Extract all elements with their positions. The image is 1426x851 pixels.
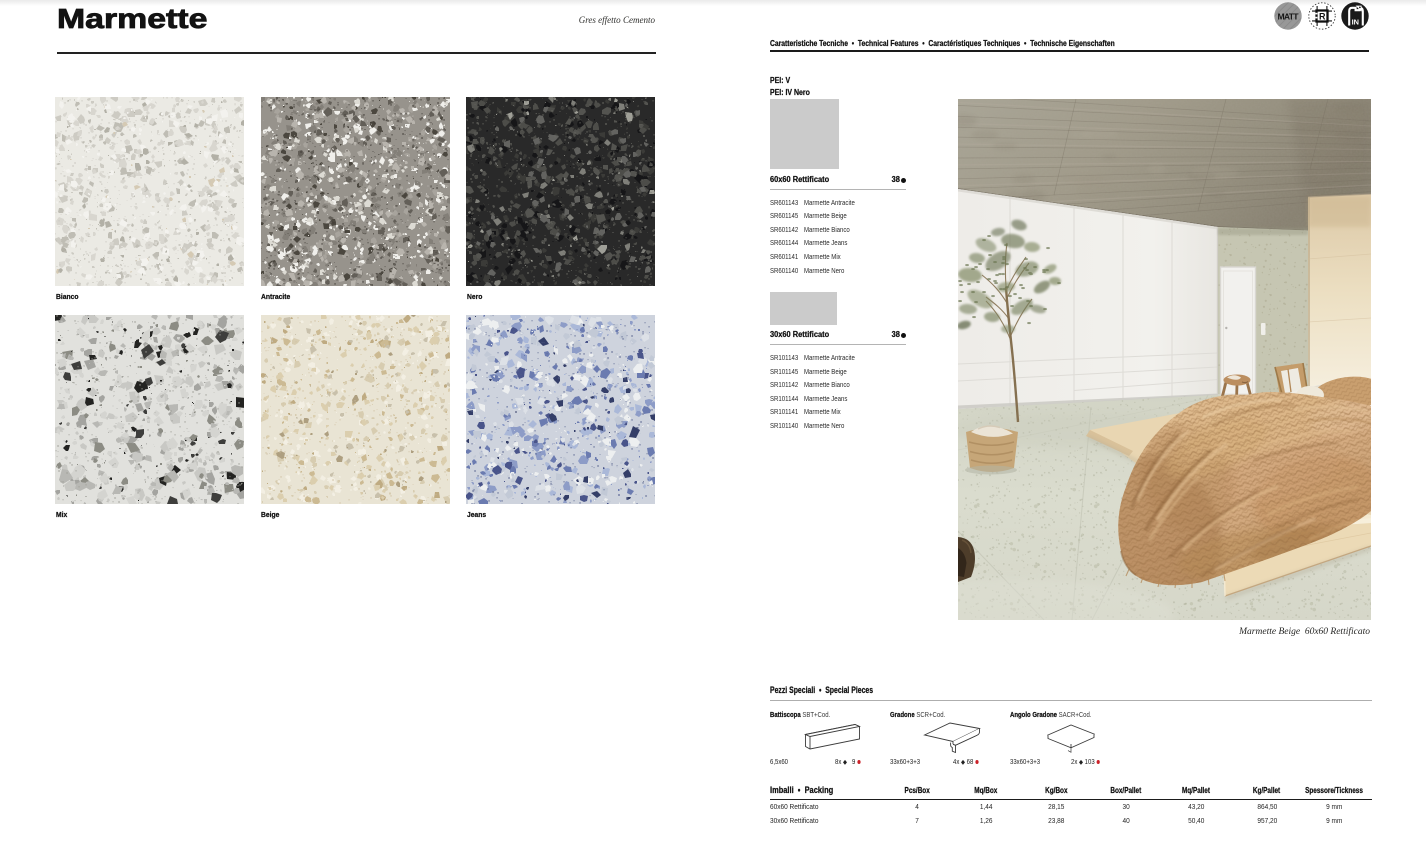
svg-text:R: R — [1318, 11, 1325, 21]
svg-text:IN: IN — [1351, 17, 1358, 26]
svg-text:MATT: MATT — [1277, 11, 1299, 21]
